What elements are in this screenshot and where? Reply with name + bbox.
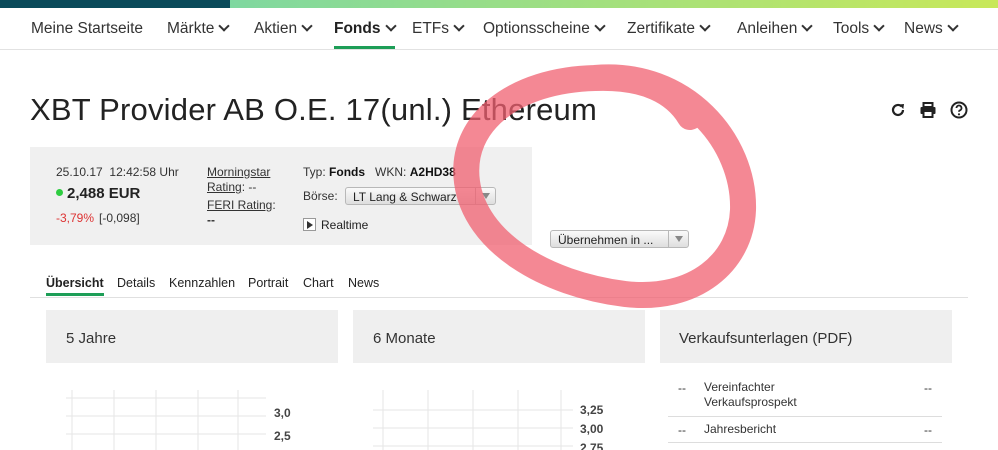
nav-label: Anleihen	[737, 20, 798, 37]
boerse-label: Börse:	[303, 189, 338, 203]
price-value: 2,488 EUR	[67, 185, 141, 202]
chevron-down-icon	[801, 20, 813, 32]
nav-label: ETFs	[412, 20, 450, 37]
morningstar-link[interactable]: Morningstar	[207, 165, 270, 179]
y-tick-label: 2,5	[274, 429, 291, 443]
fund-type-line: Typ: Fonds WKN: A2HD38	[303, 165, 456, 179]
document-row[interactable]: -- Vereinfachter Verkaufsprospekt --	[668, 380, 942, 417]
panel-5-jahre: 5 Jahre	[46, 310, 338, 363]
chevron-down-icon	[699, 20, 711, 32]
exchange-select[interactable]: LT Lang & Schwarz	[345, 187, 496, 205]
nav-item-anleihen[interactable]: Anleihen	[737, 20, 813, 38]
uebernehmen-select-value: Übernehmen in ...	[558, 233, 654, 247]
help-icon[interactable]	[950, 101, 968, 119]
tab-news[interactable]: News	[348, 276, 379, 290]
nav-item-aktien[interactable]: Aktien	[254, 20, 313, 38]
nav-item-tools[interactable]: Tools	[833, 20, 885, 38]
chevron-down-icon	[453, 20, 465, 32]
panel-verkaufsunterlagen: Verkaufsunterlagen (PDF)	[660, 310, 952, 363]
nav-item-etfs[interactable]: ETFs	[412, 20, 465, 38]
morningstar-rating-link[interactable]: Rating	[207, 180, 242, 194]
tab-kennzahlen[interactable]: Kennzahlen	[169, 276, 235, 290]
panel-title: 6 Monate	[373, 330, 436, 347]
play-icon	[303, 218, 316, 231]
chevron-down-icon	[218, 20, 231, 32]
live-dot-icon	[56, 189, 63, 196]
nav-item-news[interactable]: News	[904, 20, 959, 38]
nav-item-fonds[interactable]: Fonds	[334, 20, 397, 49]
tab-chart[interactable]: Chart	[303, 276, 334, 290]
dropdown-arrow-icon	[475, 188, 495, 204]
morningstar-rating: Morningstar	[207, 165, 270, 179]
typ-label: Typ:	[303, 165, 326, 179]
quote-change: -3,79% [-0,098]	[56, 211, 140, 225]
chevron-down-icon	[594, 20, 606, 32]
top-accent-stripe	[230, 0, 998, 8]
document-name: Jahresbericht	[704, 422, 777, 436]
uebernehmen-select[interactable]: Übernehmen in ...	[550, 230, 689, 248]
quote-box: 25.10.17 12:42:58 Uhr 2,488 EUR -3,79% [-…	[30, 147, 532, 245]
feri-value: --	[207, 213, 215, 227]
y-tick-label: 2,75	[580, 441, 604, 450]
nav-item-maerkte[interactable]: Märkte	[167, 20, 231, 38]
chart-5-jahre	[66, 390, 266, 450]
document-value: --	[924, 423, 932, 437]
tab-portrait[interactable]: Portrait	[248, 276, 288, 290]
panel-title: 5 Jahre	[66, 330, 117, 347]
realtime-link[interactable]: Realtime	[303, 216, 368, 232]
nav-item-optionsscheine[interactable]: Optionsscheine	[483, 20, 606, 38]
wkn-value: A2HD38	[409, 165, 456, 179]
quote-date: 25.10.17	[56, 165, 103, 179]
nav-label: Tools	[833, 20, 870, 37]
exchange-select-value: LT Lang & Schwarz	[353, 190, 457, 204]
feri-rating: FERI Rating:	[207, 198, 276, 212]
tab-uebersicht[interactable]: Übersicht	[46, 276, 104, 296]
chevron-down-icon	[947, 20, 959, 32]
nav-label: Fonds	[334, 20, 381, 37]
nav-label: Optionsscheine	[483, 20, 590, 37]
quote-time: 12:42:58 Uhr	[109, 165, 179, 179]
refresh-icon[interactable]	[889, 101, 907, 119]
morningstar-value: : --	[241, 180, 257, 194]
nav-label: Märkte	[167, 20, 215, 37]
nav-item-zertifikate[interactable]: Zertifikate	[627, 20, 711, 38]
wkn-label: WKN:	[375, 165, 407, 179]
nav-label: Aktien	[254, 20, 298, 37]
page-title: XBT Provider AB O.E. 17(unl.) Ethereum	[30, 92, 597, 127]
print-icon[interactable]	[919, 101, 937, 119]
nav-label: Zertifikate	[627, 20, 696, 37]
dropdown-arrow-icon	[668, 231, 688, 247]
feri-colon: :	[272, 198, 276, 212]
document-value: --	[924, 381, 932, 395]
tab-bar: Übersicht Details Kennzahlen Portrait Ch…	[30, 276, 968, 298]
nav-label: News	[904, 20, 943, 37]
chart-6-monate	[373, 390, 573, 450]
chevron-down-icon	[873, 20, 885, 32]
feri-rating-link[interactable]: FERI Rating	[207, 198, 272, 212]
change-absolute: [-0,098]	[99, 211, 140, 225]
document-name: Vereinfachter Verkaufsprospekt	[704, 380, 797, 409]
y-tick-label: 3,00	[580, 422, 604, 436]
main-navigation: Meine Startseite Märkte Aktien Fonds ETF…	[0, 8, 998, 50]
change-percent: -3,79%	[56, 211, 95, 225]
y-tick-label: 3,25	[580, 403, 604, 417]
quote-price: 2,488 EUR	[56, 185, 140, 202]
chevron-down-icon	[301, 20, 313, 32]
chevron-down-icon	[384, 20, 397, 32]
panel-title: Verkaufsunterlagen (PDF)	[679, 330, 853, 347]
nav-label: Meine Startseite	[31, 20, 143, 37]
nav-item-meine-startseite[interactable]: Meine Startseite	[31, 20, 143, 38]
document-dash: --	[678, 381, 686, 395]
document-dash: --	[678, 423, 686, 437]
morningstar-rating-line2: Rating: --	[207, 180, 256, 194]
document-row[interactable]: -- Jahresbericht --	[668, 417, 942, 443]
panel-6-monate: 6 Monate	[353, 310, 645, 363]
realtime-label: Realtime	[321, 218, 369, 232]
tab-details[interactable]: Details	[117, 276, 155, 290]
quote-timestamp: 25.10.17 12:42:58 Uhr	[56, 165, 179, 179]
y-tick-label: 3,0	[274, 406, 291, 420]
typ-value: Fonds	[329, 165, 366, 179]
top-brand-stripe	[0, 0, 998, 8]
